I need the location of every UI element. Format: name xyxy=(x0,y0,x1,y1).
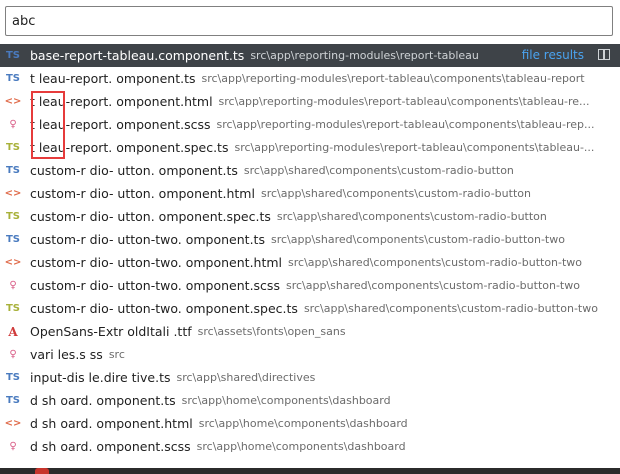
result-file-name: custom-r dio- utton-two. omponent.scss xyxy=(30,278,280,293)
typescript-file-icon: TS xyxy=(5,50,21,61)
result-item[interactable]: TS custom-r dio- utton. omponent.spec.ts s… xyxy=(0,205,620,228)
result-file-path: src\app\reporting-modules\report-tableau… xyxy=(218,95,590,108)
html-file-icon: <> xyxy=(4,96,22,107)
result-item[interactable]: TS t leau-report. omponent.ts src\app\repo… xyxy=(0,67,620,90)
result-item[interactable]: ♀ t leau-report. omponent.scss src\app\rep… xyxy=(0,113,620,136)
result-item[interactable]: A OpenSans-Extr oldItali .ttf src\assets\f… xyxy=(0,320,620,343)
result-file-name: OpenSans-Extr oldItali .ttf xyxy=(30,324,192,339)
html-file-icon: <> xyxy=(4,257,22,268)
scss-file-icon: ♀ xyxy=(9,280,17,291)
result-file-path: src\app\shared\components\custom-radio-b… xyxy=(276,210,547,223)
html-file-icon: <> xyxy=(4,188,22,199)
result-file-path: src xyxy=(108,348,125,361)
html-file-icon: <> xyxy=(4,418,22,429)
result-file-name: vari les.s ss xyxy=(30,347,103,362)
typescript-spec-file-icon: TS xyxy=(5,211,21,222)
scss-file-icon: ♀ xyxy=(9,119,17,130)
result-item[interactable]: <> d sh oard. omponent.html src\app\home\c… xyxy=(0,412,620,435)
typescript-spec-file-icon: TS xyxy=(5,303,21,314)
result-file-path: src\app\home\components\dashboard xyxy=(198,417,408,430)
result-file-name: t leau-report. omponent.spec.ts xyxy=(30,140,229,155)
typescript-file-icon: TS xyxy=(5,73,21,84)
result-file-name: t leau-report. omponent.scss xyxy=(30,117,211,132)
result-file-path: src\app\reporting-modules\report-tableau xyxy=(250,49,479,62)
result-file-name: custom-r dio- utton-two. omponent.html xyxy=(30,255,283,270)
font-file-icon: A xyxy=(8,324,18,339)
quick-open-results-list: TS base-report-tableau.component.ts src\ap… xyxy=(0,44,620,458)
result-file-name: custom-r dio- utton. omponent.ts xyxy=(30,163,238,178)
result-file-path: src\app\shared\components\custom-radio-b… xyxy=(243,164,514,177)
scss-file-icon: ♀ xyxy=(9,349,17,360)
result-item[interactable]: TS custom-r dio- utton-two. omponent.spec… xyxy=(0,297,620,320)
typescript-file-icon: TS xyxy=(5,372,21,383)
result-file-path: src\app\reporting-modules\report-tableau… xyxy=(234,141,595,154)
result-item[interactable]: TS base-report-tableau.component.ts src\ap… xyxy=(0,44,620,67)
result-file-name: custom-r dio- utton. omponent.html xyxy=(30,186,255,201)
result-item[interactable]: <> custom-r dio- utton. omponent.html src\… xyxy=(0,182,620,205)
result-file-path: src\app\home\components\dashboard xyxy=(196,440,406,453)
result-item[interactable]: <> t leau-report. omponent.html src\app\re… xyxy=(0,90,620,113)
result-item[interactable]: <> custom-r dio- utton-two. omponent.html… xyxy=(0,251,620,274)
result-file-name: t leau-report. omponent.html xyxy=(30,94,213,109)
result-item[interactable]: TS custom-r dio- utton. omponent.ts src\ap… xyxy=(0,159,620,182)
scss-file-icon: ♀ xyxy=(9,441,17,452)
result-file-path: src\app\reporting-modules\report-tableau… xyxy=(201,72,585,85)
result-file-path: src\app\shared\components\custom-radio-b… xyxy=(260,187,531,200)
typescript-file-icon: TS xyxy=(5,165,21,176)
open-to-side-icon[interactable] xyxy=(598,49,610,60)
typescript-spec-file-icon: TS xyxy=(5,142,21,153)
result-item[interactable]: TS d sh oard. omponent.ts src\app\home\com… xyxy=(0,389,620,412)
result-file-path: src\assets\fonts\open_sans xyxy=(197,325,346,338)
result-item[interactable]: ♀ custom-r dio- utton-two. omponent.scss s… xyxy=(0,274,620,297)
result-item[interactable]: TS input-dis le.dire tive.ts src\app\share… xyxy=(0,366,620,389)
editor-background-marker xyxy=(35,468,49,474)
file-results-link[interactable]: file results xyxy=(522,44,584,67)
editor-background-strip xyxy=(0,468,620,474)
result-file-name: custom-r dio- utton-two. omponent.spec.t… xyxy=(30,301,298,316)
result-file-name: d sh oard. omponent.ts xyxy=(30,393,176,408)
quick-open-search-area xyxy=(0,0,620,44)
result-file-name: custom-r dio- utton. omponent.spec.ts xyxy=(30,209,271,224)
result-file-path: src\app\home\components\dashboard xyxy=(181,394,391,407)
typescript-file-icon: TS xyxy=(5,234,21,245)
result-file-name: base-report-tableau.component.ts xyxy=(30,48,245,63)
result-file-name: input-dis le.dire tive.ts xyxy=(30,370,171,385)
quick-open-search-input[interactable] xyxy=(5,6,613,36)
result-file-path: src\app\shared\components\custom-radio-b… xyxy=(288,256,583,269)
result-file-name: d sh oard. omponent.html xyxy=(30,416,193,431)
result-file-path: src\app\reporting-modules\report-tableau… xyxy=(216,118,595,131)
result-file-path: src\app\shared\directives xyxy=(176,371,316,384)
result-item[interactable]: TS custom-r dio- utton-two. omponent.ts sr… xyxy=(0,228,620,251)
result-file-path: src\app\shared\components\custom-radio-b… xyxy=(303,302,598,315)
typescript-file-icon: TS xyxy=(5,395,21,406)
result-item[interactable]: TS t leau-report. omponent.spec.ts src\app… xyxy=(0,136,620,159)
result-file-name: t leau-report. omponent.ts xyxy=(30,71,196,86)
result-file-path: src\app\shared\components\custom-radio-b… xyxy=(285,279,580,292)
result-item[interactable]: ♀ d sh oard. omponent.scss src\app\home\co… xyxy=(0,435,620,458)
result-file-path: src\app\shared\components\custom-radio-b… xyxy=(270,233,565,246)
result-file-name: custom-r dio- utton-two. omponent.ts xyxy=(30,232,265,247)
result-item[interactable]: ♀ vari les.s ss src xyxy=(0,343,620,366)
result-file-name: d sh oard. omponent.scss xyxy=(30,439,191,454)
